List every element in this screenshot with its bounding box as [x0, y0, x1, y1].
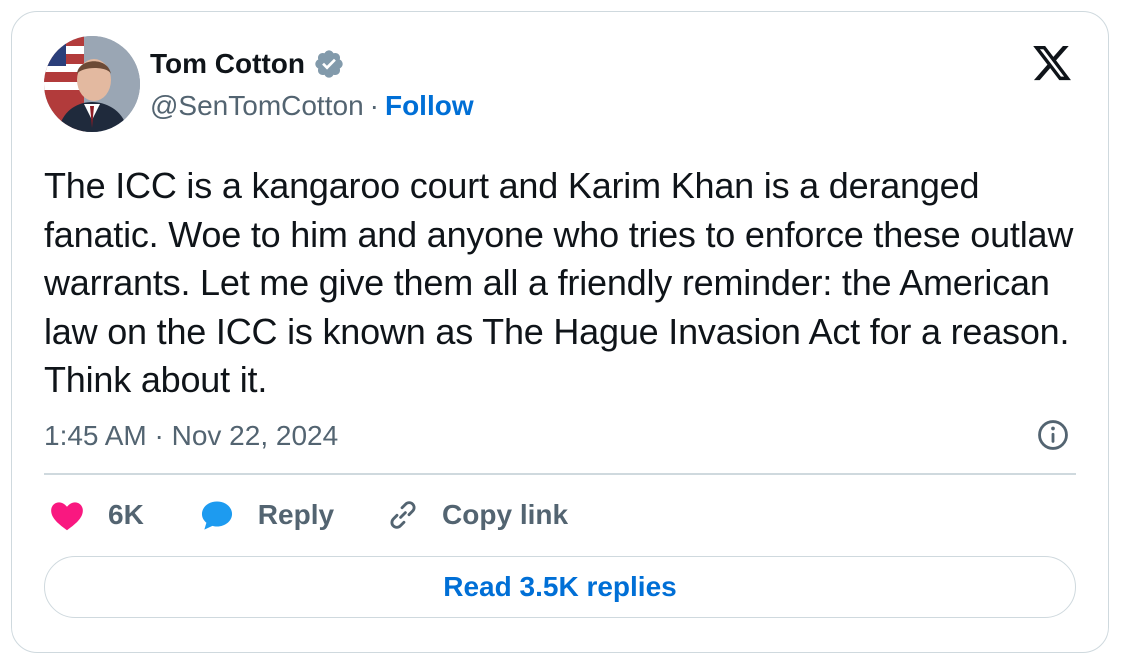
author-handle[interactable]: @SenTomCotton [150, 90, 364, 122]
avatar-photo [44, 36, 140, 132]
link-icon [390, 501, 416, 529]
author-name[interactable]: Tom Cotton [150, 48, 305, 80]
copy-link-label: Copy link [442, 499, 569, 530]
verified-badge-icon [315, 50, 343, 78]
tweet-text: The ICC is a kangaroo court and Karim Kh… [44, 165, 1074, 400]
author-name-row: Tom Cotton [150, 48, 345, 80]
info-icon[interactable] [1036, 418, 1070, 452]
reply-button[interactable]: Reply [198, 496, 334, 534]
action-bar: 6K Reply Copy link [48, 496, 568, 534]
divider [44, 473, 1076, 475]
tweet-timestamp[interactable]: 1:45 AM · Nov 22, 2024 [44, 420, 338, 452]
speech-bubble-icon [201, 501, 232, 530]
x-logo-icon[interactable] [1030, 42, 1074, 84]
author-avatar[interactable] [44, 36, 140, 132]
like-count: 6K [108, 499, 144, 530]
copy-link-button[interactable]: Copy link [384, 496, 568, 534]
tweet-card: Tom Cotton @SenTomCotton · Follow The IC… [11, 11, 1109, 653]
separator-dot: · [369, 90, 379, 121]
follow-button[interactable]: Follow [385, 90, 474, 122]
reply-label: Reply [257, 499, 335, 530]
read-replies-button[interactable]: Read 3.5K replies [44, 556, 1076, 618]
like-button[interactable]: 6K [48, 496, 144, 534]
heart-icon [51, 502, 83, 531]
author-handle-row: @SenTomCotton · Follow [150, 90, 474, 122]
